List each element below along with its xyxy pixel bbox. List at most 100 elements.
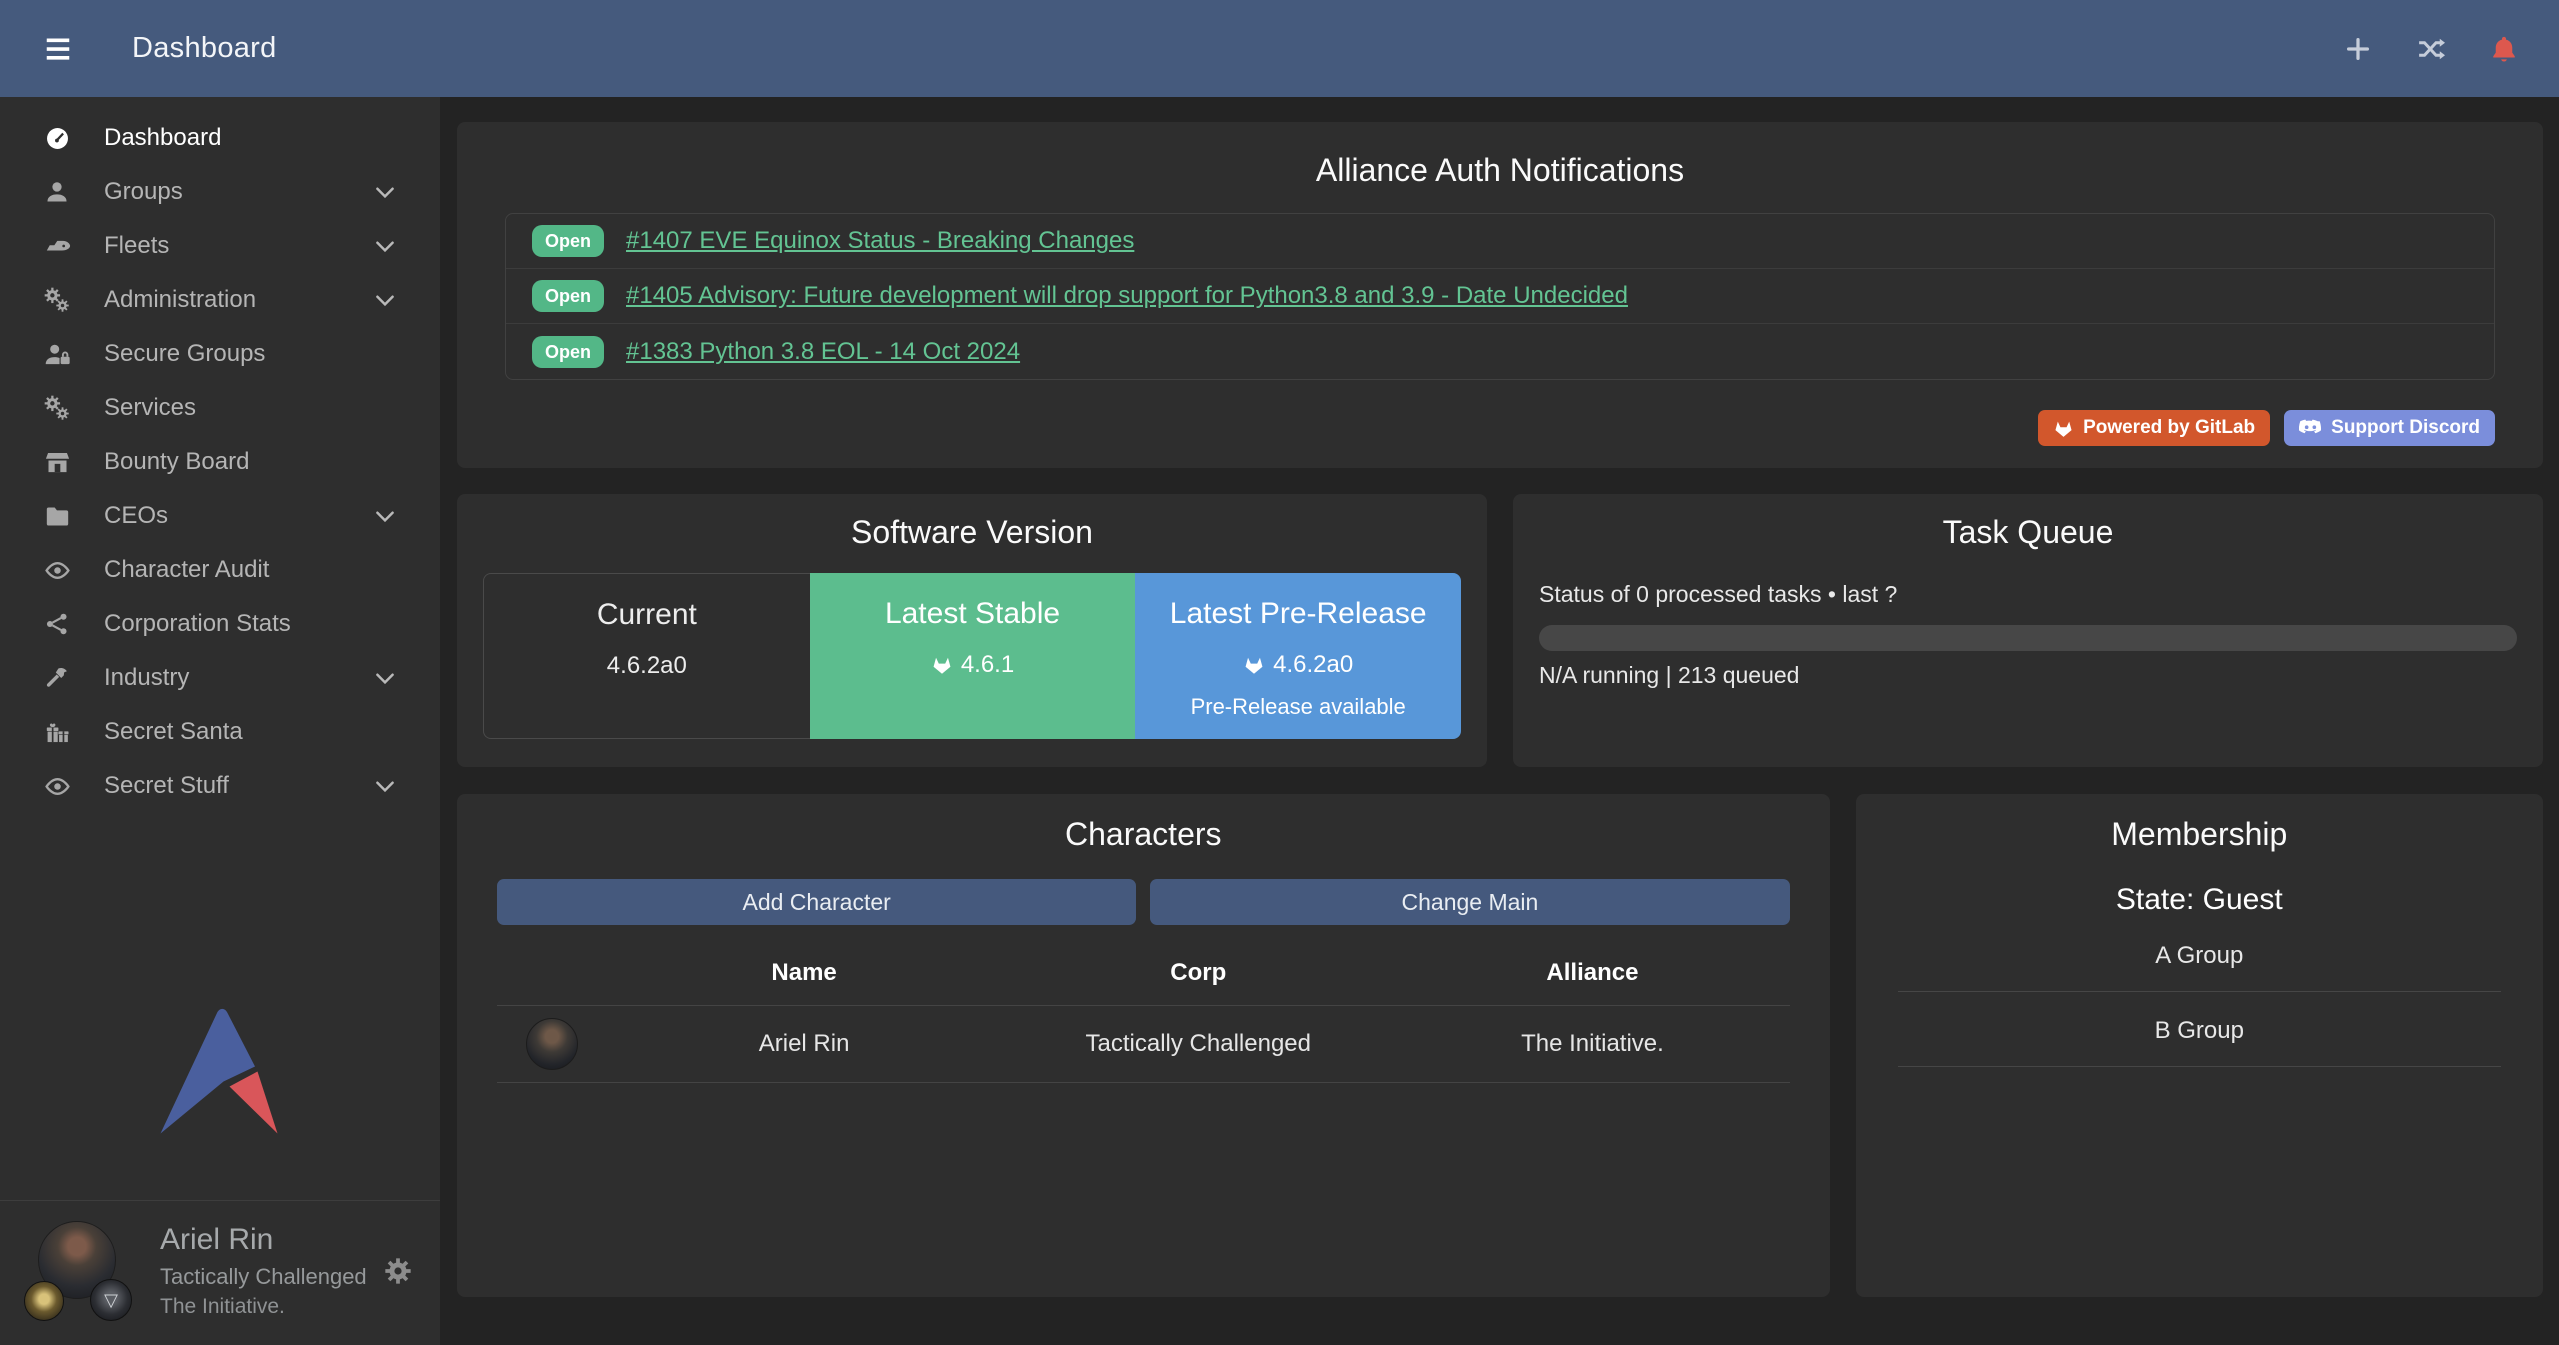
gifts-icon: [34, 719, 80, 746]
sidebar-item-services[interactable]: Services: [0, 381, 440, 435]
shuttle-icon: [34, 233, 80, 260]
sidebar-menu: Dashboard Groups: [0, 97, 440, 813]
sidebar-item-label: Bounty Board: [104, 448, 249, 476]
software-version-title: Software Version: [483, 514, 1461, 551]
character-name: Ariel Rin: [607, 1030, 1001, 1058]
user-info: Ariel Rin Tactically Challenged The Init…: [160, 1223, 367, 1319]
gears-icon: [34, 287, 80, 314]
sidebar-item-secret-santa[interactable]: Secret Santa: [0, 705, 440, 759]
column-header-corp: Corp: [1001, 959, 1395, 987]
gitlab-icon: [2053, 418, 2074, 439]
version-boxes: Current 4.6.2a0 Latest Stable 4.6.1 Late…: [483, 573, 1461, 739]
membership-state: State: Guest: [1886, 883, 2513, 917]
character-corp: Tactically Challenged: [1001, 1030, 1395, 1058]
sidebar-item-secret-stuff[interactable]: Secret Stuff: [0, 759, 440, 813]
task-queue-panel: Task Queue Status of 0 processed tasks •…: [1513, 494, 2543, 767]
prerelease-note: Pre-Release available: [1135, 694, 1461, 720]
latest-prerelease-label: Latest Pre-Release: [1135, 597, 1461, 631]
sidebar-item-label: Dashboard: [104, 124, 221, 152]
sidebar-item-groups[interactable]: Groups: [0, 165, 440, 219]
current-version-number: 4.6.2a0: [484, 652, 810, 680]
sidebar-item-label: CEOs: [104, 502, 168, 530]
sidebar-item-ceos[interactable]: CEOs: [0, 489, 440, 543]
sidebar-item-label: Industry: [104, 664, 189, 692]
status-badge: Open: [532, 336, 604, 368]
sidebar-item-label: Character Audit: [104, 556, 269, 584]
notifications-list: Open #1407 EVE Equinox Status - Breaking…: [505, 213, 2495, 380]
hamburger-icon: [40, 34, 76, 64]
character-alliance: The Initiative.: [1395, 1030, 1789, 1058]
current-version-box: Current 4.6.2a0: [483, 573, 810, 739]
bell-icon: [2489, 33, 2519, 65]
corp-logo-badge: [24, 1281, 64, 1321]
chevron-down-icon: [372, 773, 398, 799]
sidebar-item-label: Secure Groups: [104, 340, 265, 368]
latest-stable-label: Latest Stable: [810, 597, 1136, 631]
software-version-panel: Software Version Current 4.6.2a0 Latest …: [457, 494, 1487, 767]
discord-badge[interactable]: Support Discord: [2284, 410, 2495, 446]
gitlab-icon: [1243, 654, 1265, 676]
change-main-button[interactable]: Change Main: [1150, 879, 1789, 925]
sidebar-item-character-audit[interactable]: Character Audit: [0, 543, 440, 597]
gitlab-icon: [931, 654, 953, 676]
notifications-button[interactable]: [2489, 33, 2519, 65]
sidebar-item-administration[interactable]: Administration: [0, 273, 440, 327]
hammer-icon: [34, 665, 80, 692]
characters-title: Characters: [497, 816, 1790, 853]
sidebar-item-label: Services: [104, 394, 196, 422]
gauge-icon: [34, 125, 80, 152]
page-title: Dashboard: [132, 32, 277, 65]
share-icon: [34, 611, 80, 637]
discord-icon: [2299, 419, 2322, 437]
alliance-auth-logo: [159, 1006, 281, 1136]
membership-group: A Group: [1898, 917, 2501, 992]
sidebar-item-label: Secret Santa: [104, 718, 243, 746]
user-corporation: Tactically Challenged: [160, 1264, 367, 1290]
user-panel: ▽ Ariel Rin Tactically Challenged The In…: [0, 1200, 440, 1345]
add-character-button[interactable]: Add Character: [497, 879, 1136, 925]
current-version-label: Current: [484, 598, 810, 632]
switch-character-button[interactable]: [2415, 34, 2447, 64]
sidebar-item-industry[interactable]: Industry: [0, 651, 440, 705]
notification-row: Open #1405 Advisory: Future development …: [506, 269, 2494, 324]
notification-link[interactable]: #1407 EVE Equinox Status - Breaking Chan…: [626, 227, 1134, 255]
folder-icon: [34, 503, 80, 530]
sidebar-item-bounty-board[interactable]: Bounty Board: [0, 435, 440, 489]
store-icon: [34, 449, 80, 476]
middle-row: Software Version Current 4.6.2a0 Latest …: [457, 494, 2543, 767]
user-settings-button[interactable]: [382, 1255, 414, 1287]
chevron-down-icon: [372, 287, 398, 313]
character-portrait: [526, 1018, 578, 1070]
notification-link[interactable]: #1405 Advisory: Future development will …: [626, 282, 1628, 310]
sidebar-item-secure-groups[interactable]: Secure Groups: [0, 327, 440, 381]
characters-table: Name Corp Alliance Ariel Rin Tactically …: [497, 945, 1790, 1083]
sidebar-item-label: Administration: [104, 286, 256, 314]
menu-toggle-button[interactable]: [40, 34, 76, 64]
discord-badge-label: Support Discord: [2331, 417, 2480, 439]
characters-panel: Characters Add Character Change Main Nam…: [457, 794, 1830, 1297]
notifications-panel: Alliance Auth Notifications Open #1407 E…: [457, 122, 2543, 468]
chevron-down-icon: [372, 503, 398, 529]
sidebar-item-label: Fleets: [104, 232, 169, 260]
sidebar-item-dashboard[interactable]: Dashboard: [0, 111, 440, 165]
task-queue-counts: N/A running | 213 queued: [1539, 662, 2517, 689]
membership-group: B Group: [1898, 992, 2501, 1067]
column-header-name: Name: [607, 959, 1001, 987]
status-badge: Open: [532, 225, 604, 257]
task-queue-title: Task Queue: [1539, 514, 2517, 551]
gitlab-badge-label: Powered by GitLab: [2083, 417, 2255, 439]
user-avatar-stack: ▽: [24, 1221, 136, 1321]
user-name: Ariel Rin: [160, 1223, 367, 1257]
eye-icon: [34, 773, 80, 800]
add-button[interactable]: [2343, 34, 2373, 64]
sidebar-item-label: Secret Stuff: [104, 772, 229, 800]
notification-link[interactable]: #1383 Python 3.8 EOL - 14 Oct 2024: [626, 338, 1020, 366]
sidebar-item-fleets[interactable]: Fleets: [0, 219, 440, 273]
gitlab-badge[interactable]: Powered by GitLab: [2038, 410, 2270, 446]
task-queue-progress-bar: [1539, 625, 2517, 651]
gear-icon: [382, 1255, 414, 1287]
notification-row: Open #1383 Python 3.8 EOL - 14 Oct 2024: [506, 324, 2494, 379]
gears-icon: [34, 395, 80, 422]
sidebar-item-corporation-stats[interactable]: Corporation Stats: [0, 597, 440, 651]
column-header-alliance: Alliance: [1395, 959, 1789, 987]
